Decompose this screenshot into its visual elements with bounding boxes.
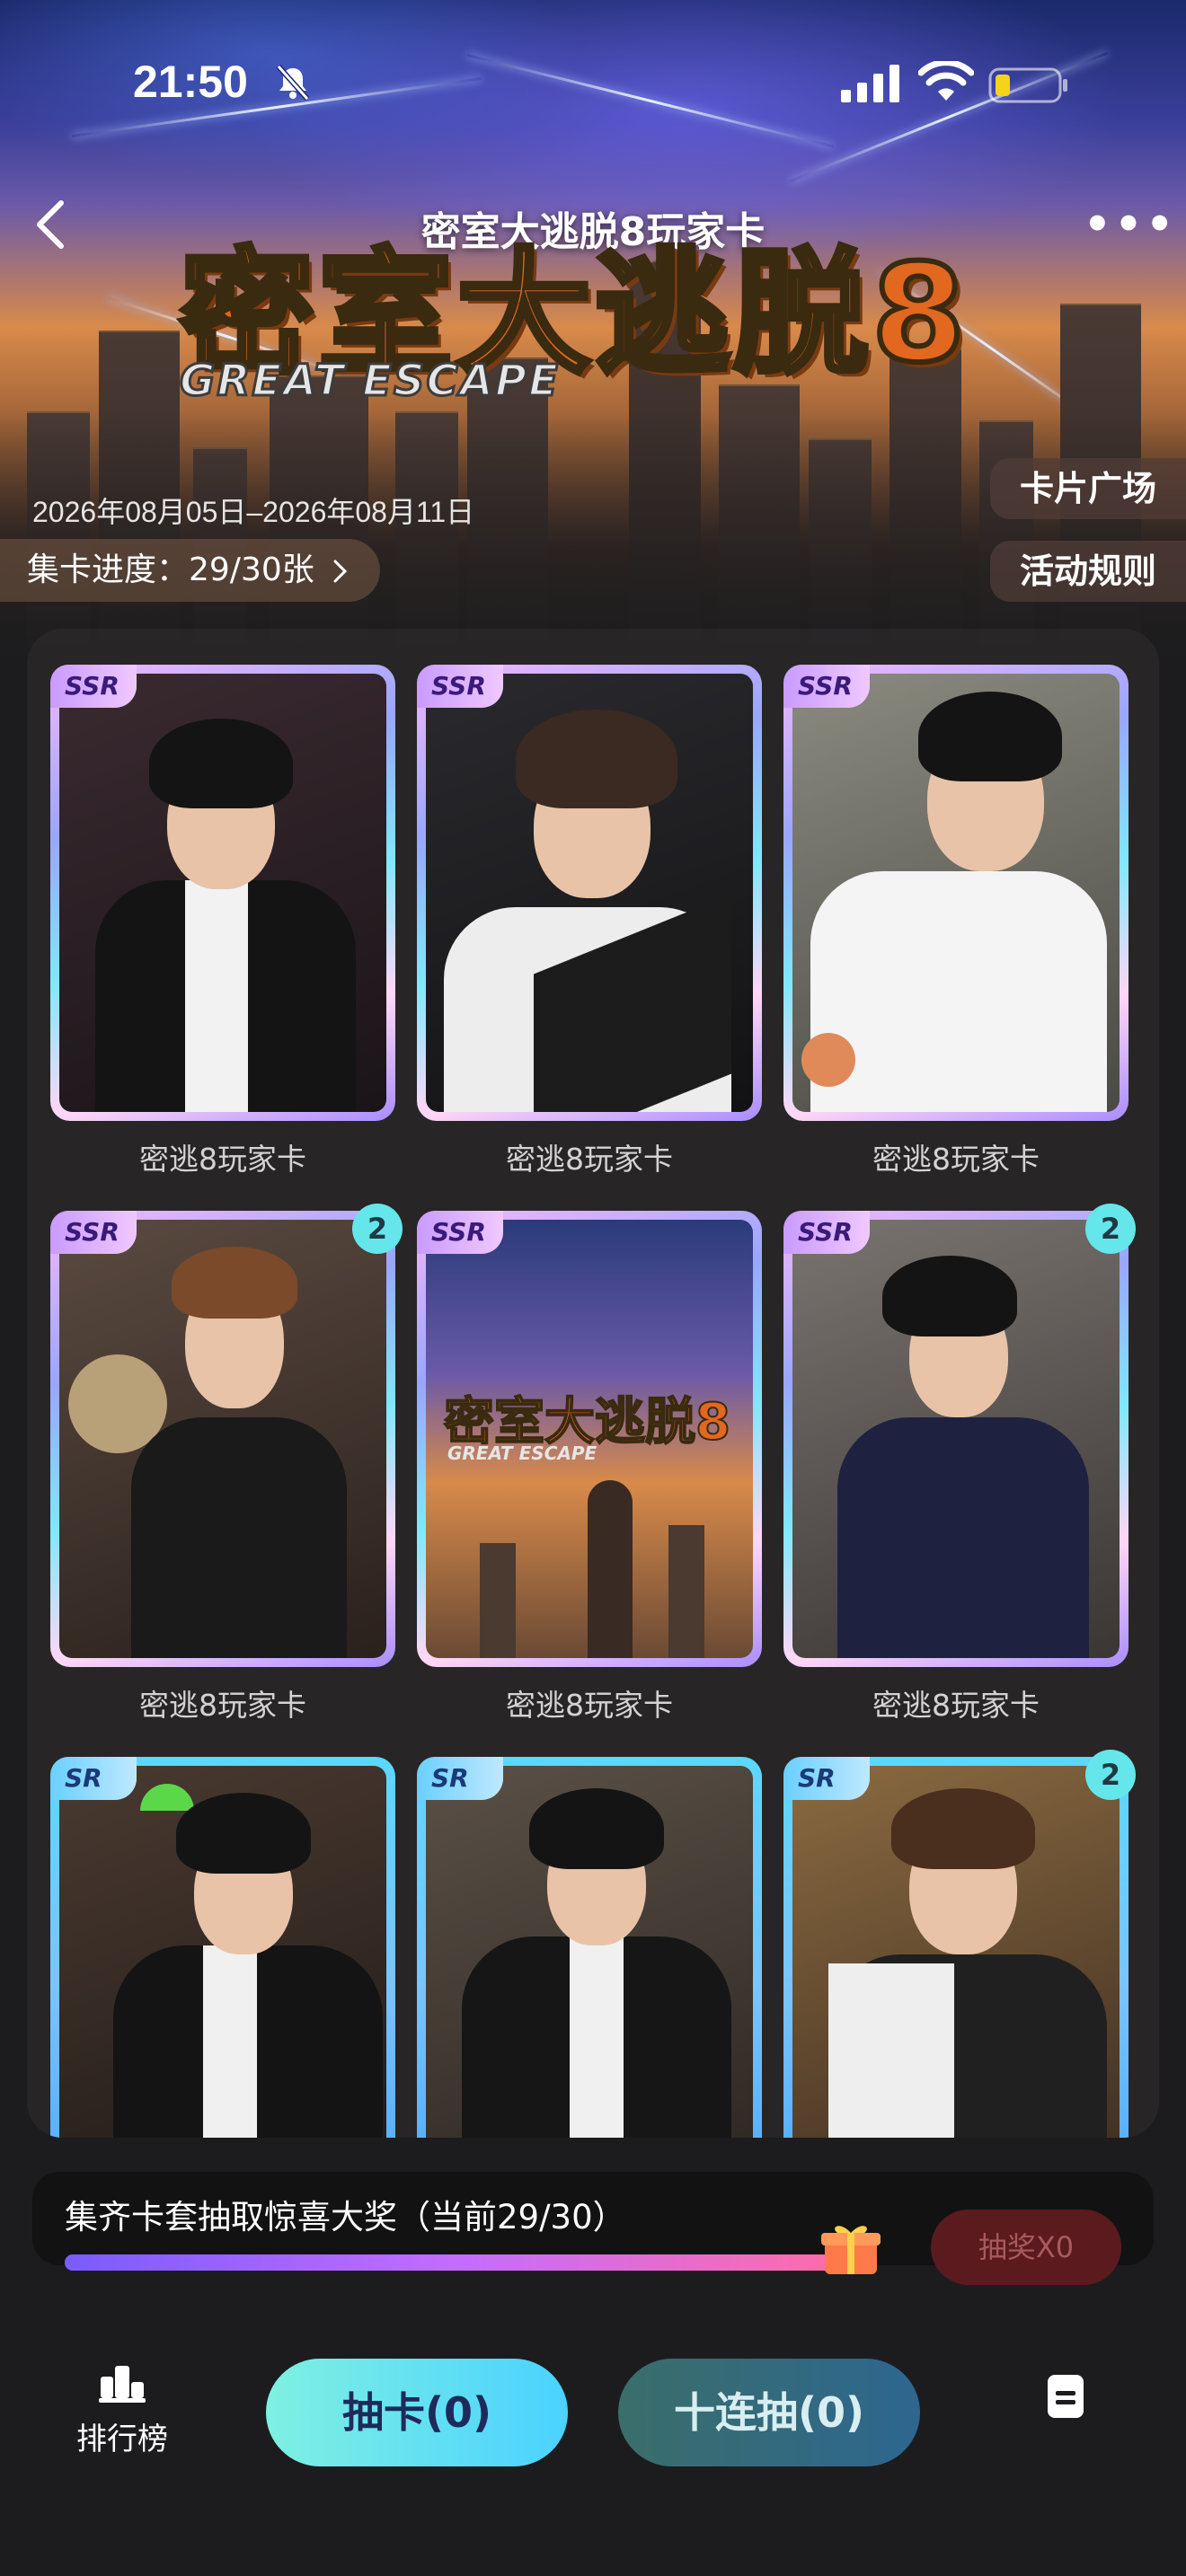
rarity-badge: SSR [417, 1211, 503, 1254]
battery-icon [988, 67, 1067, 103]
card-label: 密逃8玩家卡 [506, 1142, 673, 1177]
collection-progress-button[interactable]: 集卡进度：29/30张 [0, 539, 381, 602]
card-count-badge: 2 [1085, 1204, 1136, 1254]
rarity-badge: SSR [783, 1211, 870, 1254]
card-label: 密逃8玩家卡 [139, 1688, 306, 1723]
lottery-draw-button[interactable]: 抽奖X0 [931, 2210, 1121, 2285]
status-bar: 21:50 [0, 0, 1186, 135]
document-icon[interactable] [1044, 2373, 1087, 2420]
draw-card-button[interactable]: 抽卡(0) [266, 2359, 568, 2466]
rarity-badge: SR [50, 1757, 137, 1800]
gift-icon [821, 2226, 881, 2274]
card-plaza-button[interactable]: 卡片广场 [990, 458, 1186, 519]
card-label: 密逃8玩家卡 [872, 1688, 1040, 1723]
chevron-right-icon [333, 560, 348, 583]
card-count-badge: 2 [352, 1204, 403, 1254]
signal-icon [841, 65, 899, 102]
collection-progress-label: 集卡进度：29/30张 [27, 551, 314, 588]
more-icon[interactable]: ••• [1084, 203, 1177, 246]
lottery-progress-fill [65, 2254, 847, 2271]
card-grid: SSR 密逃8玩家卡 SSR 密逃8玩家卡 SSR 密逃8玩家卡 SSR 2 密… [27, 629, 1159, 2138]
event-date-range: 2026年08月05日–2026年08月11日 [32, 496, 475, 528]
show-logo: 密室大逃脱8 GREAT ESCAPE [177, 205, 1024, 408]
card-label: 密逃8玩家卡 [872, 1142, 1040, 1177]
logo-subtitle: GREAT ESCAPE [179, 355, 560, 408]
lottery-panel: 集齐卡套抽取惊喜大奖（当前29/30） 抽奖X0 [32, 2172, 1154, 2285]
card-count-badge: 2 [1085, 1750, 1136, 1800]
rarity-badge: SSR [783, 665, 870, 708]
rarity-badge: SSR [50, 665, 137, 708]
card-label: 密逃8玩家卡 [506, 1688, 673, 1723]
rarity-badge: SR [783, 1757, 870, 1800]
ten-draw-button[interactable]: 十连抽(0) [618, 2359, 920, 2466]
ranking-tab[interactable]: 排行榜 [68, 2362, 176, 2458]
status-time: 21:50 [133, 57, 248, 107]
lottery-title: 集齐卡套抽取惊喜大奖（当前29/30） [65, 2198, 626, 2236]
rarity-badge: SR [417, 1757, 503, 1800]
wifi-icon [918, 61, 974, 101]
activity-rules-button[interactable]: 活动规则 [990, 541, 1186, 602]
rarity-badge: SSR [50, 1211, 137, 1254]
ranking-label: 排行榜 [76, 2422, 168, 2457]
card-label: 密逃8玩家卡 [139, 1142, 306, 1177]
bell-off-icon [276, 65, 310, 101]
ranking-icon [99, 2366, 146, 2403]
bottom-action-bar: 排行榜 抽卡(0) 十连抽(0) [0, 2326, 1186, 2576]
lottery-progress-bar [65, 2254, 873, 2271]
rarity-badge: SSR [417, 665, 503, 708]
